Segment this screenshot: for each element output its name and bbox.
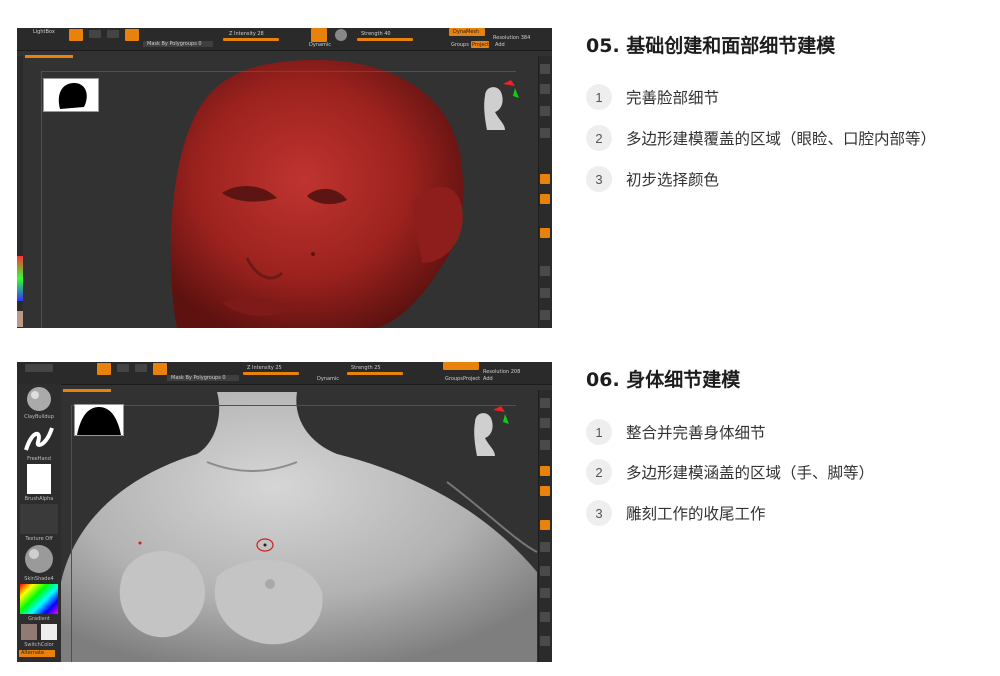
secondary-color-swatch[interactable] [41,624,57,640]
scroll-button[interactable] [540,398,550,408]
aahalf-button[interactable] [540,128,550,138]
local-button[interactable] [540,228,550,238]
list-item: 1 整合并完善身体细节 [586,419,766,445]
texture-label: Texture Off [25,536,53,542]
texture-slot[interactable] [20,504,58,534]
persp-button[interactable] [540,466,550,476]
actual-button[interactable] [540,106,550,116]
zoom-button[interactable] [540,418,550,428]
rotate-view-button[interactable] [540,588,550,598]
reference-thumbnail[interactable] [74,404,124,436]
step-text: 多边形建模覆盖的区域（眼睑、口腔内部等） [626,130,937,148]
color-picker[interactable] [20,584,58,614]
material-slot[interactable] [20,544,58,574]
stroke-label: FreeHand [27,456,51,462]
alternate-button[interactable]: Alternate [19,650,55,657]
step-text: 多边形建模涵盖的区域（手、脚等） [626,464,875,482]
list-item: 1 完善脸部细节 [586,84,719,110]
step-text: 初步选择颜色 [626,171,720,189]
stroke-slot[interactable] [20,424,58,454]
list-item: 3 雕刻工作的收尾工作 [586,500,766,526]
list-item: 2 多边形建模涵盖的区域（手、脚等） [586,459,874,485]
step-text: 整合并完善身体细节 [626,424,766,442]
step-number: 3 [586,166,612,192]
section-title: 05. 基础创建和面部细节建模 [586,35,836,57]
section-face-modeling: 05. 基础创建和面部细节建模 1 完善脸部细节 2 多边形建模覆盖的区域（眼睑… [586,32,936,192]
viewport-frame [41,71,516,328]
move-view-button[interactable] [540,288,550,298]
step-text: 完善脸部细节 [626,89,720,107]
viewport-frame [71,405,516,662]
switch-color-label[interactable]: SwitchColor [17,642,61,648]
zoom-button[interactable] [540,84,550,94]
step-text: 雕刻工作的收尾工作 [626,505,766,523]
step-number: 2 [586,459,612,485]
step-number: 1 [586,419,612,445]
transp-button[interactable] [540,612,550,622]
move-view-button[interactable] [540,566,550,576]
right-toolbar [538,390,552,662]
reference-thumbnail[interactable] [43,78,99,112]
brush-label: ClayBuildup [24,414,54,420]
frame-button[interactable] [540,266,550,276]
scroll-button[interactable] [540,64,550,74]
solo-button[interactable] [540,636,550,646]
local-button[interactable] [540,520,550,530]
main-color-swatch[interactable] [21,624,37,640]
frame-button[interactable] [540,542,550,552]
step-number: 1 [586,84,612,110]
actual-button[interactable] [540,440,550,450]
screenshot-face-sculpt: LightBox Z Intensity 28 Strength 40 Dyna… [17,28,552,328]
section-title: 06. 身体细节建模 [586,369,741,391]
screenshot-body-sculpt: Z Intensity 25 Strength 25 Resolution 20… [17,362,552,662]
step-number: 3 [586,500,612,526]
list-item: 2 多边形建模覆盖的区域（眼睑、口腔内部等） [586,125,936,151]
orientation-head-gizmo[interactable] [475,76,525,136]
alpha-label: BrushAlpha [24,496,54,502]
step-number: 2 [586,125,612,151]
persp-button[interactable] [540,174,550,184]
section-body-modeling: 06. 身体细节建模 1 整合并完善身体细节 2 多边形建模涵盖的区域（手、脚等… [586,366,874,526]
floor-button[interactable] [540,194,550,204]
gradient-label: Gradient [28,616,50,622]
brush-slot[interactable] [20,386,58,414]
rotate-view-button[interactable] [540,310,550,320]
material-label: SkinShade4 [24,576,54,582]
alternate-label: Alternate [21,650,45,656]
left-tool-palette: ClayBuildup FreeHand BrushAlpha Texture … [17,384,61,662]
floor-button[interactable] [540,486,550,496]
right-toolbar [538,56,552,328]
alpha-slot[interactable] [27,464,51,494]
list-item: 3 初步选择颜色 [586,166,719,192]
orientation-head-gizmo[interactable] [465,402,515,462]
